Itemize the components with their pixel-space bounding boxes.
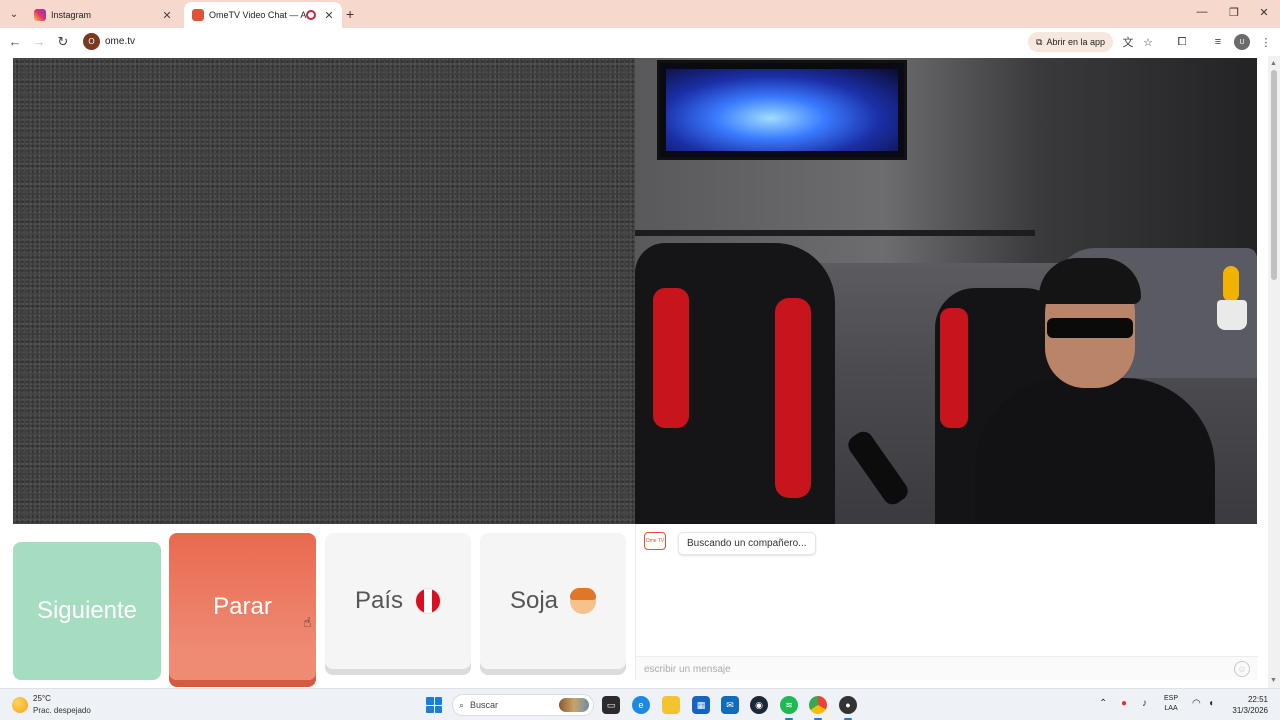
page-scrollbar[interactable]: ▲ ▼ (1268, 56, 1280, 688)
tray-recording-icon[interactable]: ● (1121, 698, 1127, 709)
country-filter-button[interactable]: País (325, 533, 471, 669)
camera-scene-chair-accent (653, 288, 689, 428)
chat-message-input[interactable] (644, 661, 1224, 677)
tab-title: Instagram (51, 10, 92, 20)
edge-browser-icon[interactable]: e (632, 696, 650, 714)
open-app-label: Abrir en la app (1046, 37, 1105, 47)
next-button[interactable]: Siguiente (13, 542, 161, 680)
close-tab-icon[interactable]: ✕ (160, 9, 174, 22)
close-window-icon[interactable]: ✕ (1254, 6, 1274, 19)
tab-instagram[interactable]: Instagram ✕ (26, 2, 180, 28)
windows-start-icon[interactable] (426, 697, 442, 713)
boy-emoji-icon (570, 588, 597, 614)
scrollbar-thumb[interactable] (1271, 70, 1277, 280)
peru-flag-icon (415, 588, 442, 614)
camera-scene-mug (1217, 300, 1247, 330)
next-button-label: Siguiente (36, 597, 138, 624)
reload-icon[interactable]: ↻ (55, 34, 71, 50)
language-line-2: LAA (1164, 705, 1178, 712)
spotify-icon[interactable]: ≋ (780, 696, 798, 714)
outlook-mail-icon[interactable]: ✉ (721, 696, 739, 714)
gender-filter-button[interactable]: Soja (480, 533, 626, 669)
site-info-icon[interactable]: O (83, 33, 100, 50)
camera-scene-chair-accent (940, 308, 968, 428)
browser-tab-strip: ⌄ Instagram ✕ OmeTV Video Chat — Alter ✕… (0, 0, 1280, 28)
instagram-favicon-icon (34, 9, 46, 21)
camera-scene-fireplace (666, 69, 898, 151)
microphone-icon[interactable]: ♪ (1142, 698, 1147, 709)
emoji-smiley-icon[interactable]: ☺ (1234, 661, 1250, 677)
person-hair (1039, 258, 1141, 304)
windows-taskbar: 25°C Prac. despejado ⌕ Buscar ▭ e ▦ ✉ ◉ … (0, 688, 1280, 720)
language-line-1: ESP (1164, 695, 1179, 702)
ometv-favicon-icon (192, 9, 204, 21)
browser-toolbar: ← → ↻ O ome.tv ⧉ Abrir en la app 文 ☆ ⧠ ≡… (0, 28, 1280, 56)
address-bar[interactable]: ome.tv (105, 36, 135, 47)
tab-ometv[interactable]: OmeTV Video Chat — Alter ✕ (184, 2, 342, 28)
obs-recorder-icon[interactable]: ● (839, 696, 857, 714)
chat-input-bar: ☺ (636, 656, 1258, 680)
minimize-window-icon[interactable]: — (1192, 6, 1212, 18)
scroll-up-arrow-icon[interactable]: ▲ (1270, 60, 1277, 67)
kebab-menu-icon[interactable]: ⋮ (1258, 34, 1274, 50)
restore-window-icon[interactable]: ❐ (1224, 6, 1244, 19)
scroll-down-arrow-icon[interactable]: ▼ (1270, 677, 1277, 684)
task-view-icon[interactable]: ▭ (602, 696, 620, 714)
extensions-puzzle-icon[interactable]: ⧠ (1174, 34, 1190, 50)
open-app-icon: ⧉ (1036, 36, 1043, 47)
camera-scene-person (975, 248, 1215, 524)
partner-video-static (13, 58, 635, 524)
person-hoodie (975, 378, 1215, 524)
ometv-page: Siguiente Parar País Soja Ome TV Buscand… (0, 56, 1268, 688)
weather-sun-icon[interactable] (12, 697, 28, 713)
taskbar-search-label: Buscar (470, 700, 499, 710)
show-hidden-icons-chevron-icon[interactable]: ⌃ (1099, 698, 1107, 709)
country-button-label: País (354, 587, 404, 614)
language-indicator[interactable]: ESP LAA (1164, 694, 1178, 714)
ometv-logo-icon: Ome TV (644, 532, 666, 550)
tab-search-chevron-down-icon[interactable]: ⌄ (6, 6, 22, 22)
taskbar-search-box[interactable]: ⌕ Buscar (452, 694, 594, 716)
profile-avatar[interactable]: U (1234, 34, 1250, 50)
camera-scene-chair-accent (775, 298, 811, 498)
tab-title: OmeTV Video Chat — Alter (209, 10, 306, 20)
stop-button-label: Parar (213, 592, 272, 620)
close-tab-icon[interactable]: ✕ (322, 9, 336, 22)
self-camera-video (635, 58, 1257, 524)
stop-button[interactable]: Parar (169, 533, 316, 680)
gender-button-label: Soja (509, 587, 559, 614)
camera-scene-tv (657, 60, 907, 160)
chat-panel: Ome TV Buscando un compañero... ☺ (635, 524, 1258, 680)
translate-icon[interactable]: 文 (1120, 34, 1136, 50)
steam-icon[interactable]: ◉ (750, 696, 768, 714)
speaker-volume-icon[interactable]: ◖ (1208, 698, 1214, 709)
chrome-browser-icon[interactable] (809, 696, 827, 714)
file-explorer-icon[interactable] (662, 696, 680, 714)
forward-arrow-icon[interactable]: → (31, 34, 47, 49)
recording-indicator-icon (306, 10, 316, 20)
weather-temperature[interactable]: 25°C (33, 694, 51, 703)
media-controls-icon[interactable]: ≡ (1210, 34, 1226, 50)
camera-scene-rubber-duck (1223, 266, 1239, 302)
new-tab-plus-icon[interactable]: + (346, 6, 354, 22)
clock-date: 31/3/2026 (1232, 706, 1268, 715)
microsoft-store-icon[interactable]: ▦ (692, 696, 710, 714)
bookmark-star-icon[interactable]: ☆ (1140, 34, 1156, 50)
camera-scene-shelf (635, 230, 1035, 236)
back-arrow-icon[interactable]: ← (7, 34, 23, 49)
wifi-icon[interactable]: ◠ (1192, 698, 1201, 709)
open-in-app-button[interactable]: ⧉ Abrir en la app (1028, 32, 1113, 52)
search-highlight-image (559, 698, 589, 712)
clock[interactable]: 22:51 31/3/2026 (1226, 694, 1268, 716)
search-icon: ⌕ (459, 699, 465, 710)
clock-time: 22:51 (1247, 695, 1268, 704)
person-sunglasses (1047, 318, 1133, 338)
hand-pointer-cursor-icon: ☝ (303, 614, 312, 630)
chat-status-message: Buscando un compañero... (678, 532, 816, 555)
weather-description[interactable]: Prac. despejado (33, 706, 91, 715)
